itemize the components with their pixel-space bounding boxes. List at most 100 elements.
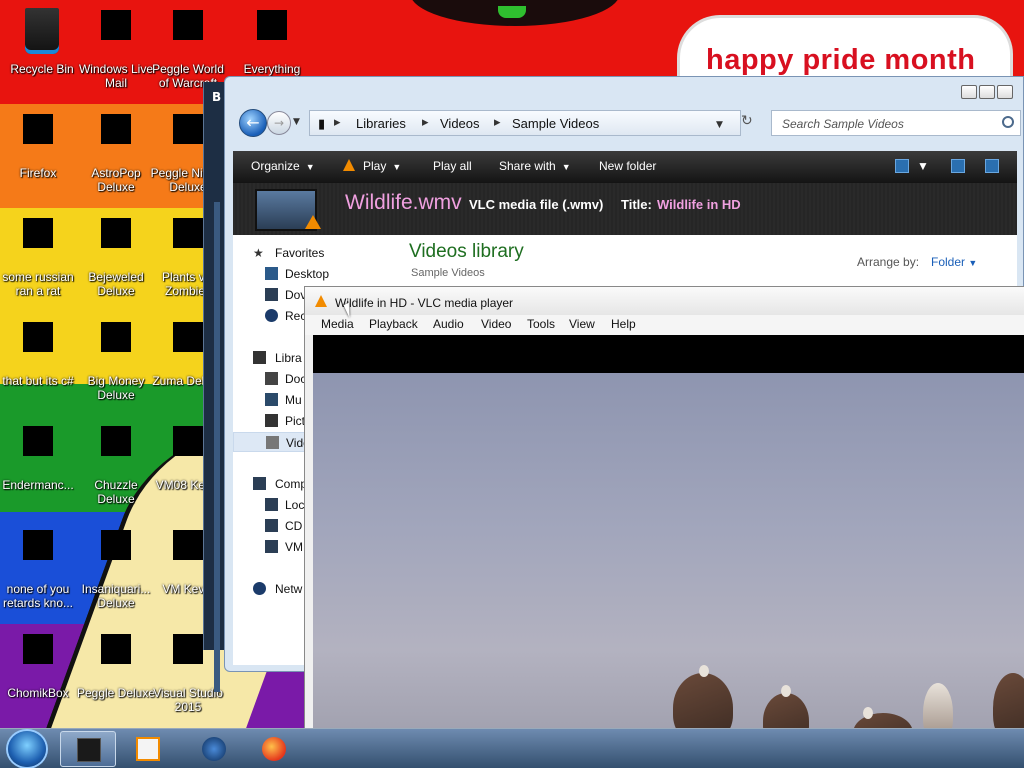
organize-button[interactable]: Organize ▼ [251,159,315,173]
share-with-label: Share with [499,159,556,173]
new-folder-button[interactable]: New folder [599,159,656,173]
desktop-icon-endermanc[interactable]: Endermanc... [0,420,80,516]
play-all-button[interactable]: Play all [433,159,472,173]
breadcrumb-sample-videos[interactable]: Sample Videos [512,116,599,131]
address-bar-row: ← → ▼ ▮ ▸ Libraries ▸ Videos ▸ Sample Vi… [235,107,1021,139]
visual-studio-icon [173,634,203,664]
desktop-icon-firefox[interactable]: Firefox [0,108,80,204]
recycle-bin-icon [25,8,59,54]
refresh-icon[interactable]: ↻ [741,113,753,129]
nav-label: Favorites [275,246,325,260]
preview-pane-icon[interactable] [951,159,965,173]
music-icon [265,393,278,406]
vlc-window: Wildlife in HD - VLC media player Media … [304,286,1024,768]
desktop-icon-label: Everything [243,62,301,76]
taskbar-media-player[interactable] [120,731,176,767]
search-icon[interactable] [1002,116,1014,128]
video-frame[interactable] [313,373,1024,768]
play-button[interactable]: Play ▼ [343,159,401,173]
title-value[interactable]: Wildlife in HD [657,197,741,212]
close-button[interactable] [997,85,1013,99]
taskbar-firefox[interactable] [246,731,302,767]
search-input[interactable]: Search Sample Videos [771,110,1021,136]
vlc-window-title: Wildlife in HD - VLC media player [335,296,514,310]
recent-places-icon [265,309,278,322]
nav-label: Pict [285,414,306,428]
maximize-button[interactable] [979,85,995,99]
chevron-down-icon: ▼ [392,162,402,172]
menu-playback[interactable]: Playback [369,317,418,331]
menu-help[interactable]: Help [611,317,636,331]
plants-vs-zombies-icon [173,218,203,248]
star-icon: ★ [253,246,264,260]
firefox-icon [23,114,53,144]
file-type: VLC media file (.wmv) [469,197,604,212]
desktop-icon-that-but-csharp[interactable]: that but its c# [0,316,80,412]
arrange-by-dropdown[interactable]: Folder ▼ [931,255,977,269]
help-icon[interactable] [985,159,999,173]
recent-pages-chevron-icon[interactable]: ▼ [293,117,300,127]
desktop-icon-recycle-bin[interactable]: Recycle Bin [0,4,84,100]
documents-icon [265,372,278,385]
menu-media[interactable]: Media [321,317,354,331]
media-player-icon [136,737,160,761]
desktop-icon-none-of-you[interactable]: none of you retards kno... [0,524,80,620]
desktop-icon-label: some russian ran a rat [2,270,74,298]
menu-audio[interactable]: Audio [433,317,464,331]
back-button[interactable]: ← [239,109,267,137]
chevron-down-icon: ▼ [561,162,571,172]
breadcrumb-separator-icon[interactable]: ▸ [334,115,341,130]
vlc-title-bar[interactable]: Wildlife in HD - VLC media player [305,287,1024,315]
vlc-cone-icon [343,159,355,171]
app-icon [23,426,53,456]
taskbar-explorer[interactable] [60,731,116,767]
view-options-chevron-icon[interactable]: ▼ [917,159,929,173]
nav-desktop[interactable]: Desktop [233,264,403,284]
computer-icon [253,477,266,490]
menu-view[interactable]: View [569,317,595,331]
folder-icon [77,738,101,762]
breadcrumb-videos[interactable]: Videos [440,116,480,131]
breadcrumb-separator-icon[interactable]: ▸ [422,115,429,130]
downloads-icon [265,288,278,301]
desktop-icon [265,267,278,280]
title-label: Title: [621,197,652,212]
insaniquarium-icon [101,530,131,560]
address-dropdown-icon[interactable]: ▼ [716,120,723,130]
taskbar [0,728,1024,768]
network-drive-icon [265,540,278,553]
library-subtitle: Sample Videos [411,267,485,279]
vlc-menu-bar: Media Playback Audio Video Tools View He… [305,315,1024,335]
shortcut-icon [23,322,53,352]
breadcrumb[interactable]: ▮ ▸ Libraries ▸ Videos ▸ Sample Videos ▼ [309,110,741,136]
taskbar-globe[interactable] [186,731,242,767]
globe-icon [202,737,226,761]
nav-label: Mu [285,393,302,407]
breadcrumb-separator-icon[interactable]: ▸ [494,115,501,130]
window-controls [961,85,1015,103]
bejeweled-icon [101,218,131,248]
minimize-button[interactable] [961,85,977,99]
file-icon [23,218,53,248]
chomikbox-icon [23,634,53,664]
nav-favorites[interactable]: ★ Favorites [233,243,403,263]
chevron-down-icon: ▼ [968,258,978,268]
share-with-button[interactable]: Share with ▼ [499,159,571,173]
firefox-icon [262,737,286,761]
details-pane: Wildlife.wmv VLC media file (.wmv) Title… [233,183,1017,235]
videos-icon [266,436,279,449]
breadcrumb-libraries[interactable]: Libraries [356,116,406,131]
background-window-scrollbar[interactable] [214,202,220,692]
view-options-icon[interactable] [895,159,909,173]
zuma-icon [173,322,203,352]
forward-button[interactable]: → [267,111,291,135]
start-button[interactable] [8,731,46,767]
desktop-icon-chomikbox[interactable]: ChomikBox [0,628,80,724]
desktop-icon-label: Recycle Bin [10,62,74,76]
desktop-icon-some-russian[interactable]: some russian ran a rat [0,212,80,308]
pride-banner-text: happy pride month [706,44,976,76]
peggle-nights-icon [173,114,203,144]
forward-arrow-icon: → [273,116,285,130]
menu-tools[interactable]: Tools [527,317,555,331]
menu-video[interactable]: Video [481,317,511,331]
